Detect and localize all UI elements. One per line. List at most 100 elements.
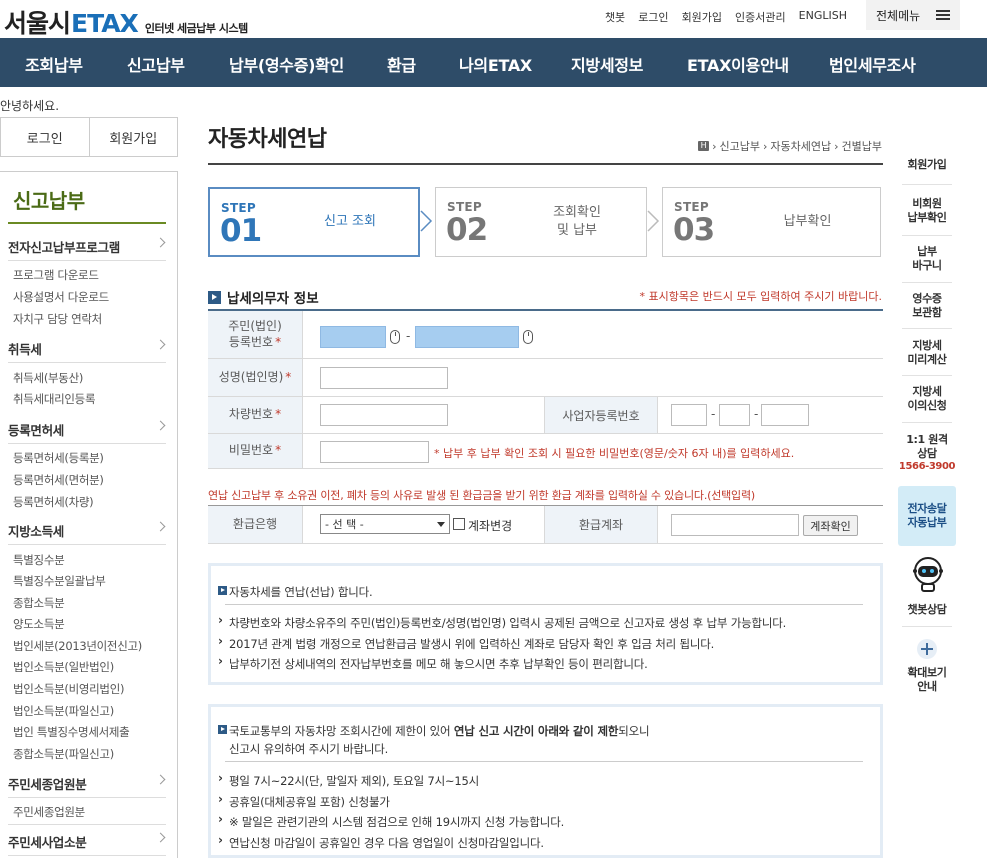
info-box-2-item: 공휴일(대체공휴일 포함) 신청불가 [218, 792, 390, 810]
account-change-checkbox[interactable] [453, 518, 465, 530]
info-box-2-head-a: 국토교통부의 자동차망 조회시간에 제한이 있어 [229, 724, 454, 738]
quick-tax-calc[interactable]: 지방세 미리계산 [898, 339, 956, 367]
step-arrow-icon [420, 210, 433, 232]
nav-corp-tax-audit[interactable]: 법인세무조사 [829, 52, 916, 76]
sidebar-item-reg-registration[interactable]: 등록면허세(등록분) [13, 450, 104, 466]
nav-local-tax-info[interactable]: 지방세정보 [571, 52, 643, 76]
divider [8, 443, 166, 444]
sidebar-cat-resident-employee-tax[interactable]: 주민세종업원분 [8, 774, 166, 796]
sidebar-item-comprehensive-file[interactable]: 종합소득분(파일신고) [13, 746, 114, 762]
rrn-front-input[interactable] [320, 326, 386, 348]
nav-inquiry-payment[interactable]: 조회납부 [25, 52, 83, 76]
quick-e-delivery[interactable]: 전자송달 자동납부 [898, 486, 956, 546]
sidebar-item-reg-license[interactable]: 등록면허세(면허분) [13, 472, 104, 488]
biz-number-3-input[interactable] [761, 404, 809, 426]
sidebar-item-acq-agent[interactable]: 취득세대리인등록 [13, 391, 96, 407]
nav-refund[interactable]: 환급 [387, 52, 416, 76]
home-icon[interactable]: H [698, 141, 710, 151]
chatbot-robot-icon[interactable] [912, 555, 944, 593]
all-menu-button[interactable]: 전체메뉴 [866, 0, 960, 30]
sidebar-item-program-download[interactable]: 프로그램 다운로드 [13, 267, 99, 283]
name-input[interactable] [320, 367, 448, 389]
password-label: 비밀번호 * [208, 434, 303, 468]
sidebar-item-corp-general[interactable]: 법인소득분(일반법인) [13, 659, 114, 675]
rrn-dash: - [406, 329, 411, 343]
quick-receipt-box[interactable]: 영수증 보관함 [898, 292, 956, 320]
nav-payment-confirm[interactable]: 납부(영수증)확인 [229, 52, 344, 76]
sidebar-cat-resident-business-tax[interactable]: 주민세사업소분 [8, 832, 166, 854]
sidebar-item-corp-tax-pre2013[interactable]: 법인세분(2013년이전신고) [13, 638, 142, 654]
breadcrumb-item-current: 건별납부 [841, 140, 882, 153]
util-link-certificate[interactable]: 인증서관리 [735, 9, 786, 25]
mouse-icon[interactable] [523, 330, 533, 344]
account-check-button[interactable]: 계좌확인 [803, 515, 858, 536]
divider [8, 260, 166, 261]
quick-zoom-guide[interactable]: 확대보기 안내 [898, 666, 956, 694]
quick-join-line: 회원가입 [907, 158, 947, 171]
biz-number-1-input[interactable] [671, 404, 707, 426]
step-arrow-icon [647, 210, 660, 232]
divider [902, 422, 952, 423]
util-link-join[interactable]: 회원가입 [682, 9, 722, 25]
sidebar-item-special-withholding-bulk[interactable]: 특별징수분일괄납부 [13, 573, 106, 589]
sidebar-cat-local-income-tax[interactable]: 지방소득세 [8, 521, 166, 543]
divider [902, 184, 952, 185]
divider [8, 797, 166, 798]
nav-etax-guide[interactable]: ETAX이용안내 [687, 52, 789, 76]
quick-line: 1:1 원격 [906, 433, 948, 446]
quick-nonmember-confirm[interactable]: 비회원 납부확인 [898, 197, 956, 225]
car-number-input[interactable] [320, 404, 448, 426]
rrn-label-line: 등록번호 [228, 334, 274, 349]
quick-line: 지방세 [912, 339, 942, 352]
sidebar-cat-e-filing-program[interactable]: 전자신고납부프로그램 [8, 237, 166, 259]
quick-chatbot[interactable]: 챗봇상담 [898, 603, 956, 617]
hamburger-icon [936, 10, 950, 20]
side-join-button[interactable]: 회원가입 [90, 118, 178, 156]
info-box-2-item: 연납신청 마감일이 공휴일인 경우 다음 영업일이 신청마감일입니다. [218, 833, 544, 851]
util-link-login[interactable]: 로그인 [638, 9, 668, 25]
sidebar-item-transfer-income[interactable]: 양도소득분 [13, 616, 65, 632]
sidebar-cat-acquisition-tax[interactable]: 취득세 [8, 339, 166, 361]
car-label: 차량번호 * [208, 397, 303, 433]
breadcrumb-item[interactable]: 자동차세연납 [770, 138, 831, 154]
biz-number-2-input[interactable] [719, 404, 750, 426]
sidebar-item-corp-file[interactable]: 법인소득분(파일신고) [13, 703, 114, 719]
sidebar-item-comprehensive-income[interactable]: 종합소득분 [13, 595, 65, 611]
divider [902, 282, 952, 283]
quick-line: 상담 [917, 446, 937, 460]
logo[interactable]: 서울시 ETAX 인터넷 세금납부 시스템 [4, 4, 248, 40]
sidebar-cat-registration-tax[interactable]: 등록면허세 [8, 420, 166, 442]
sidebar-item-corp-withholding-statement[interactable]: 법인 특별징수명세서제출 [13, 724, 130, 740]
quick-join[interactable]: 회원가입 [898, 158, 956, 172]
quick-line: 지방세 [912, 385, 942, 398]
breadcrumb-item[interactable]: 신고납부 [719, 138, 759, 154]
rrn-back-input[interactable] [415, 326, 519, 348]
side-login-button[interactable]: 로그인 [1, 118, 90, 156]
util-link-english[interactable]: ENGLISH [799, 9, 847, 25]
bank-select[interactable]: - 선 택 - [320, 514, 450, 534]
sidebar-item-corp-nonprofit[interactable]: 법인소득분(비영리법인) [13, 681, 124, 697]
refund-account-input[interactable] [671, 514, 799, 536]
sidebar-title: 신고납부 [13, 189, 85, 213]
util-link-chatbot[interactable]: 챗봇 [605, 9, 625, 25]
mouse-icon[interactable] [390, 330, 400, 344]
password-input[interactable] [320, 441, 429, 463]
zoom-plus-icon[interactable] [917, 639, 937, 659]
chevron-right-icon [155, 339, 166, 350]
nav-my-etax[interactable]: 나의ETAX [459, 52, 532, 76]
info-box-1-head: 자동차세를 연납(선납) 합니다. [218, 585, 373, 599]
quick-cart[interactable]: 납부 바구니 [898, 245, 956, 273]
quick-tax-objection[interactable]: 지방세 이의신청 [898, 385, 956, 413]
step-number: 03 [673, 212, 715, 248]
sidebar-item-resident-employee[interactable]: 주민세종업원분 [13, 804, 85, 820]
sidebar-item-manual-download[interactable]: 사용설명서 다운로드 [13, 289, 109, 305]
sidebar-item-special-withholding[interactable]: 특별징수분 [13, 552, 65, 568]
quick-line: 자동납부 [907, 515, 947, 529]
quick-line: 미리계산 [907, 352, 947, 366]
sidebar-item-district-contact[interactable]: 자치구 담당 연락처 [13, 311, 102, 327]
sidebar-item-reg-vehicle[interactable]: 등록면허세(차량) [13, 494, 94, 510]
sidebar-item-acq-real-estate[interactable]: 취득세(부동산) [13, 370, 83, 386]
login-box: 로그인 회원가입 [0, 117, 178, 157]
quick-remote-support[interactable]: 1:1 원격 상담 1566-3900 [898, 433, 956, 473]
nav-report-payment[interactable]: 신고납부 [127, 52, 185, 76]
